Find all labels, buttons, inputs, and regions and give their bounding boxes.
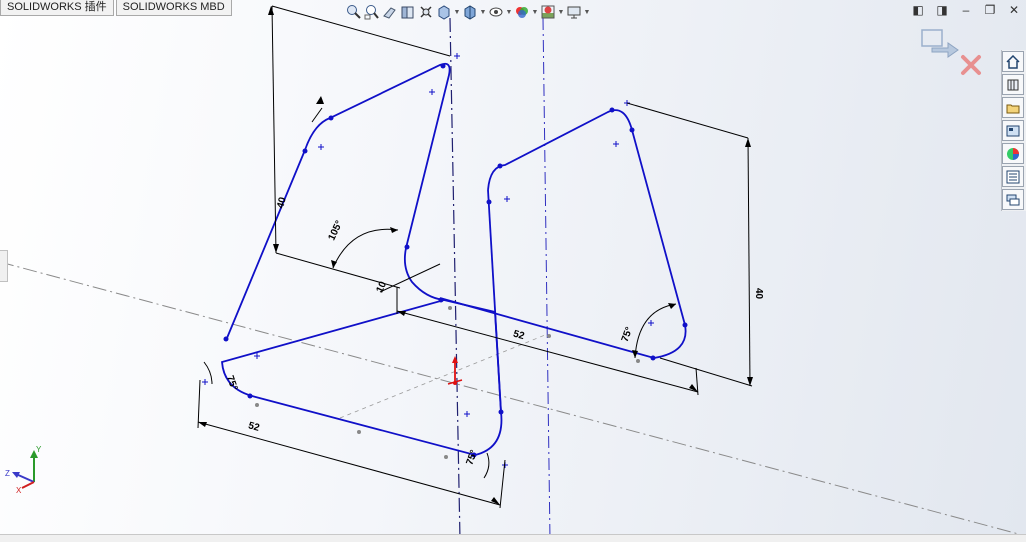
dim-angle-105[interactable]: 105° — [327, 219, 346, 242]
chevron-down-icon[interactable]: ▼ — [557, 9, 565, 16]
chevron-down-icon[interactable]: ▼ — [583, 9, 591, 16]
horizontal-centerline — [0, 261, 1026, 537]
dimension-arrows — [198, 6, 753, 505]
restore-tile-left-icon[interactable]: ◧ — [906, 2, 930, 18]
edit-appearance-icon[interactable] — [513, 3, 531, 21]
restore-tile-right-icon[interactable]: ◨ — [930, 2, 954, 18]
window-controls: ◧ ◨ – ❐ ✕ — [906, 2, 1026, 18]
exit-sketch-icon[interactable] — [921, 29, 959, 58]
chevron-down-icon[interactable]: ▼ — [531, 9, 539, 16]
sketch-graphics-area[interactable]: 52 52 40 40 105° 75° 75° 75° 10 — [0, 0, 1026, 542]
view-settings-icon[interactable] — [565, 3, 583, 21]
triad-x-label: X — [16, 486, 22, 494]
sketch-origin-icon — [447, 356, 463, 385]
cancel-sketch-icon[interactable] — [961, 55, 981, 75]
zoom-to-fit-icon[interactable] — [345, 3, 363, 21]
right-profile[interactable] — [439, 109, 687, 413]
triad-y-label: Y — [36, 445, 42, 454]
forum-icon[interactable] — [1002, 189, 1024, 210]
origin-axis-x — [339, 334, 546, 419]
chevron-down-icon[interactable]: ▼ — [453, 9, 461, 16]
zoom-to-area-icon[interactable] — [363, 3, 381, 21]
file-explorer-icon[interactable] — [1002, 97, 1024, 118]
dim-left-bottom-52[interactable]: 52 — [247, 420, 261, 434]
confirmation-corner — [918, 26, 988, 86]
reference-triad: Y Z X — [4, 444, 50, 495]
dim-right-height-40[interactable]: 40 — [753, 288, 764, 300]
dim-angle-75-bottom[interactable]: 75° — [464, 449, 480, 467]
dynamic-annotation-icon[interactable] — [417, 3, 435, 21]
view-palette-icon[interactable] — [1002, 120, 1024, 141]
dimension-lines — [197, 5, 753, 509]
minimize-icon[interactable]: – — [954, 2, 978, 18]
restore-icon[interactable]: ❐ — [978, 2, 1002, 18]
previous-view-icon[interactable] — [381, 3, 399, 21]
dim-left-height-40[interactable]: 40 — [275, 196, 289, 210]
arc-center-marks — [202, 53, 654, 468]
vertical-centerline-left — [449, 17, 461, 541]
feature-manager-collapse-handle[interactable] — [0, 250, 8, 282]
view-orientation-icon[interactable] — [435, 3, 453, 21]
hide-show-items-icon[interactable] — [487, 3, 505, 21]
command-manager-tabs: SOLIDWORKS 插件 SOLIDWORKS MBD — [0, 0, 234, 16]
heads-up-view-toolbar: ▼ ▼ ▼ ▼ ▼ ▼ — [345, 1, 591, 23]
vertical-centerline-right — [542, 17, 551, 541]
triad-z-label: Z — [5, 469, 10, 478]
chevron-down-icon[interactable]: ▼ — [479, 9, 487, 16]
display-style-icon[interactable] — [461, 3, 479, 21]
dim-angle-75-right[interactable]: 75° — [620, 326, 636, 344]
dim-right-bottom-52[interactable]: 52 — [512, 329, 526, 343]
tab-solidworks-mbd[interactable]: SOLIDWORKS MBD — [115, 0, 232, 16]
chevron-down-icon[interactable]: ▼ — [505, 9, 513, 16]
home-icon[interactable] — [1002, 51, 1024, 72]
apply-scene-icon[interactable] — [539, 3, 557, 21]
construction-points — [255, 306, 640, 459]
task-pane-tabs — [1001, 50, 1026, 211]
left-profile[interactable] — [221, 62, 503, 456]
horizontal-scrollbar[interactable] — [0, 534, 1026, 542]
custom-properties-icon[interactable] — [1002, 166, 1024, 187]
sketch-points — [223, 63, 688, 458]
close-icon[interactable]: ✕ — [1002, 2, 1026, 18]
section-view-icon[interactable] — [399, 3, 417, 21]
tab-solidworks-addins[interactable]: SOLIDWORKS 插件 — [0, 0, 114, 16]
3d-library-icon[interactable] — [1002, 74, 1024, 95]
appearances-icon[interactable] — [1002, 143, 1024, 164]
